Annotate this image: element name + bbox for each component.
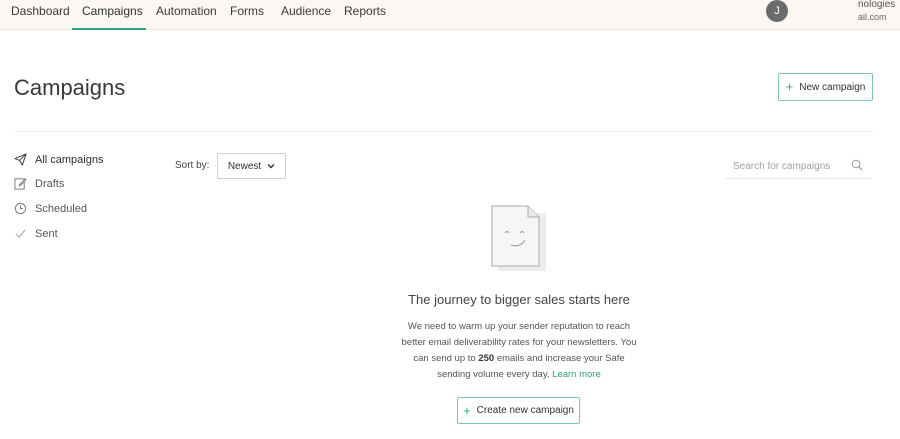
nav-dashboard[interactable]: Dashboard — [11, 4, 70, 18]
sort-value: Newest — [227, 160, 262, 172]
account-email[interactable]: ail.com — [858, 12, 887, 22]
search-placeholder: Search for campaigns — [733, 161, 831, 172]
empty-state-description: We need to warm up your sender reputatio… — [400, 319, 638, 383]
header-divider — [14, 131, 873, 132]
new-campaign-button[interactable]: + New campaign — [778, 73, 873, 101]
sidebar-item-sent[interactable]: Sent — [14, 227, 58, 240]
create-campaign-label: Create new campaign — [476, 405, 574, 416]
sidebar-item-label: Scheduled — [35, 202, 87, 215]
paper-plane-icon — [14, 153, 27, 166]
search-icon[interactable] — [851, 159, 863, 171]
sidebar-item-scheduled[interactable]: Scheduled — [14, 202, 87, 215]
sort-dropdown[interactable]: Newest — [217, 153, 286, 179]
nav-automation[interactable]: Automation — [156, 4, 217, 18]
sidebar-item-label: Drafts — [35, 177, 65, 190]
sidebar-item-label: Sent — [35, 227, 58, 240]
chevron-down-icon — [267, 164, 275, 169]
email-limit-count: 250 — [478, 353, 495, 364]
active-tab-indicator — [72, 28, 146, 30]
sidebar-item-drafts[interactable]: Drafts — [14, 177, 64, 190]
top-nav-bar: Dashboard Campaigns Automation Forms Aud… — [0, 0, 900, 30]
nav-campaigns[interactable]: Campaigns — [82, 4, 143, 18]
plus-icon: + — [463, 402, 471, 418]
learn-more-link[interactable]: Learn more — [552, 369, 601, 380]
plus-icon: + — [785, 79, 794, 94]
empty-state-title: The journey to bigger sales starts here — [408, 292, 630, 307]
check-icon — [15, 229, 26, 238]
account-name[interactable]: nologies — [858, 0, 895, 10]
nav-reports[interactable]: Reports — [344, 4, 386, 18]
create-new-campaign-button[interactable]: + Create new campaign — [457, 397, 580, 424]
empty-document-illustration — [491, 205, 546, 271]
new-campaign-label: New campaign — [799, 81, 866, 93]
search-input[interactable]: Search for campaigns — [725, 153, 871, 179]
nav-audience[interactable]: Audience — [281, 4, 331, 18]
sidebar-item-label: All campaigns — [35, 153, 104, 166]
nav-forms[interactable]: Forms — [230, 4, 264, 18]
sort-label: Sort by: — [175, 160, 210, 171]
edit-icon — [14, 178, 27, 190]
sidebar-item-all-campaigns[interactable]: All campaigns — [14, 153, 103, 166]
avatar[interactable]: J — [766, 0, 788, 22]
clock-icon — [14, 202, 27, 215]
page-title: Campaigns — [14, 75, 126, 100]
